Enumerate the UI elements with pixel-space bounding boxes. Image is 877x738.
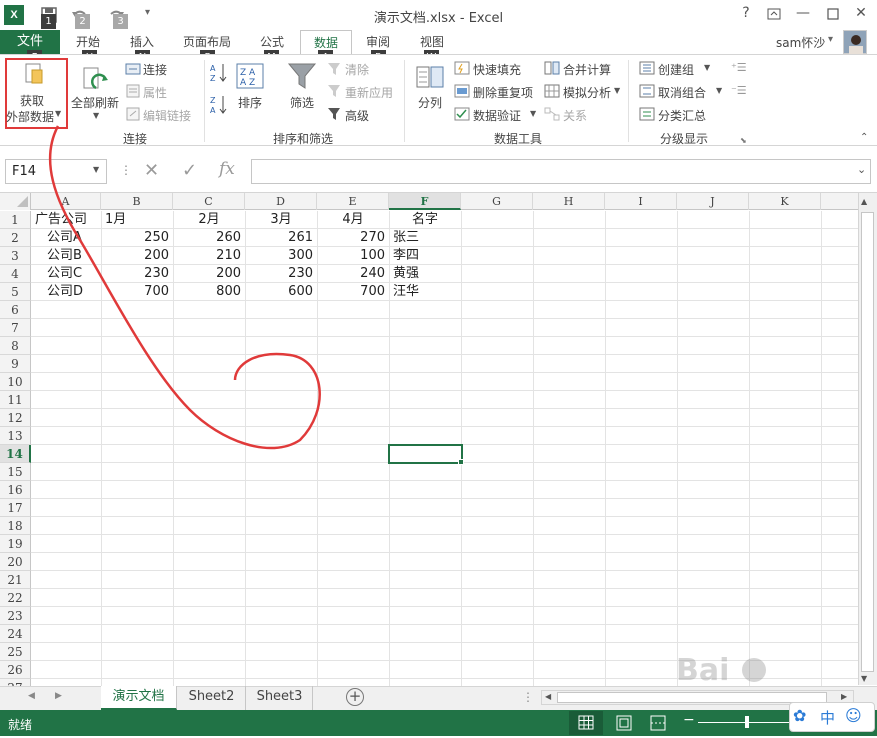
ime-mode-label[interactable]: 中 [820, 707, 835, 728]
page-layout-view-icon[interactable] [614, 714, 634, 735]
watermark-logo: Bai [676, 640, 876, 700]
zoom-slider-thumb[interactable] [745, 716, 749, 728]
zoom-out-icon[interactable]: − [683, 712, 695, 728]
sheet-tab-sheet2[interactable]: Sheet2 [178, 686, 246, 710]
svg-text:Bai: Bai [676, 653, 729, 688]
page-break-view-icon[interactable] [648, 714, 668, 735]
ime-paw-icon[interactable]: ✿ [793, 706, 806, 725]
sheet-next-icon[interactable]: ▶ [55, 691, 62, 701]
sheet-tab-sheet3[interactable]: Sheet3 [247, 686, 313, 710]
status-ready: 就绪 [8, 718, 33, 732]
annotation-curve [48, 125, 321, 450]
sheet-prev-icon[interactable]: ◀ [28, 691, 35, 701]
sheet-tab-demo[interactable]: 演示文档 [101, 686, 177, 710]
normal-view-icon[interactable] [569, 711, 603, 735]
vertical-scroll-thumb[interactable] [861, 212, 874, 672]
tab-split-grip-icon[interactable]: ⋮ [522, 690, 534, 704]
scroll-up-icon[interactable]: ▲ [861, 197, 867, 206]
ime-emoji-icon[interactable]: ☺ [845, 706, 862, 725]
add-sheet-icon[interactable]: + [346, 688, 364, 706]
scroll-left-icon[interactable]: ◀ [545, 692, 551, 701]
